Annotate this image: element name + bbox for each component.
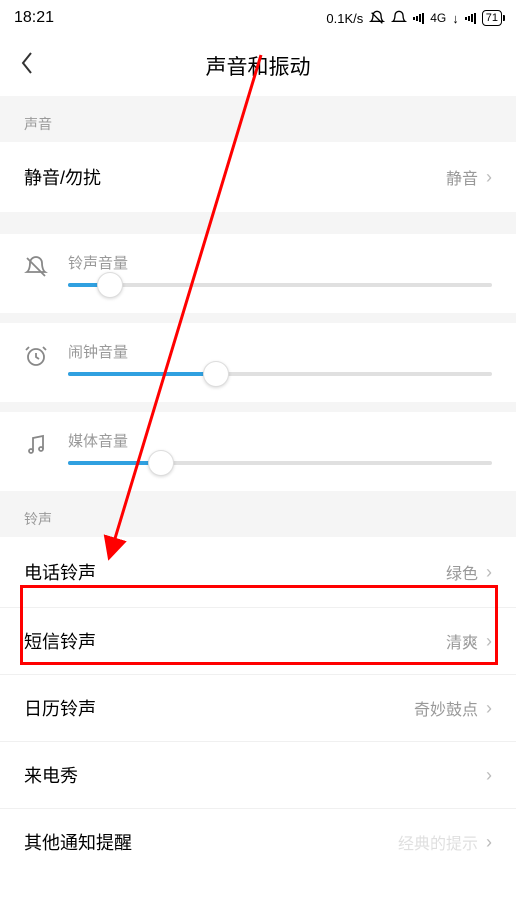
section-label-sound: 声音 xyxy=(0,96,516,142)
signal-bridge-icon: ↓ xyxy=(452,11,459,26)
status-time: 18:21 xyxy=(14,9,54,27)
media-volume-row: 媒体音量 xyxy=(0,402,516,491)
silent-dnd-value: 静音 › xyxy=(446,165,492,189)
signal-2-icon xyxy=(465,12,476,24)
battery-icon: 71 xyxy=(482,10,502,26)
chevron-right-icon: › xyxy=(486,167,492,188)
dnd-icon xyxy=(369,10,385,26)
phone-ringtone-row[interactable]: 电话铃声 绿色 › xyxy=(0,537,516,607)
back-button[interactable] xyxy=(20,50,34,82)
ring-volume-label: 铃声音量 xyxy=(68,252,492,273)
other-notify-value: 经典的提示 › xyxy=(398,830,492,854)
sms-ringtone-row[interactable]: 短信铃声 清爽 › xyxy=(0,607,516,674)
phone-ringtone-value: 绿色 › xyxy=(446,560,492,584)
section-label-ringtone: 铃声 xyxy=(0,491,516,537)
silent-dnd-label: 静音/勿扰 xyxy=(24,164,101,190)
calendar-ringtone-value: 奇妙鼓点 › xyxy=(414,696,492,720)
calendar-ringtone-label: 日历铃声 xyxy=(24,695,96,721)
silent-dnd-row[interactable]: 静音/勿扰 静音 › xyxy=(0,142,516,212)
media-volume-slider[interactable] xyxy=(68,461,492,465)
network-label: 4G xyxy=(430,11,446,25)
phone-ringtone-label: 电话铃声 xyxy=(24,559,96,585)
sms-ringtone-value: 清爽 › xyxy=(446,629,492,653)
alarm-volume-row: 闹钟音量 xyxy=(0,313,516,402)
chevron-right-icon: › xyxy=(486,631,492,652)
signal-1-icon xyxy=(413,12,424,24)
page-title: 声音和振动 xyxy=(206,51,311,81)
header: 声音和振动 xyxy=(0,36,516,96)
chevron-right-icon: › xyxy=(486,765,492,786)
alarm-volume-slider[interactable] xyxy=(68,372,492,376)
media-volume-label: 媒体音量 xyxy=(68,430,492,451)
callershow-label: 来电秀 xyxy=(24,762,78,788)
calendar-ringtone-row[interactable]: 日历铃声 奇妙鼓点 › xyxy=(0,674,516,741)
sms-ringtone-label: 短信铃声 xyxy=(24,628,96,654)
media-icon xyxy=(24,433,48,462)
chevron-right-icon: › xyxy=(486,698,492,719)
bell-icon xyxy=(391,10,407,26)
status-netspeed: 0.1K/s xyxy=(326,11,363,26)
ring-volume-slider[interactable] xyxy=(68,283,492,287)
callershow-value: › xyxy=(478,765,492,786)
chevron-right-icon: › xyxy=(486,562,492,583)
chevron-right-icon: › xyxy=(486,832,492,853)
ring-volume-row: 铃声音量 xyxy=(0,224,516,313)
status-right: 0.1K/s 4G ↓ 71 xyxy=(326,10,502,26)
alarm-icon xyxy=(24,344,48,373)
alarm-volume-label: 闹钟音量 xyxy=(68,341,492,362)
other-notify-row[interactable]: 其他通知提醒 经典的提示 › xyxy=(0,808,516,875)
other-notify-label: 其他通知提醒 xyxy=(24,829,132,855)
status-bar: 18:21 0.1K/s 4G ↓ 71 xyxy=(0,0,516,36)
callershow-row[interactable]: 来电秀 › xyxy=(0,741,516,808)
ring-mute-icon xyxy=(24,255,48,284)
